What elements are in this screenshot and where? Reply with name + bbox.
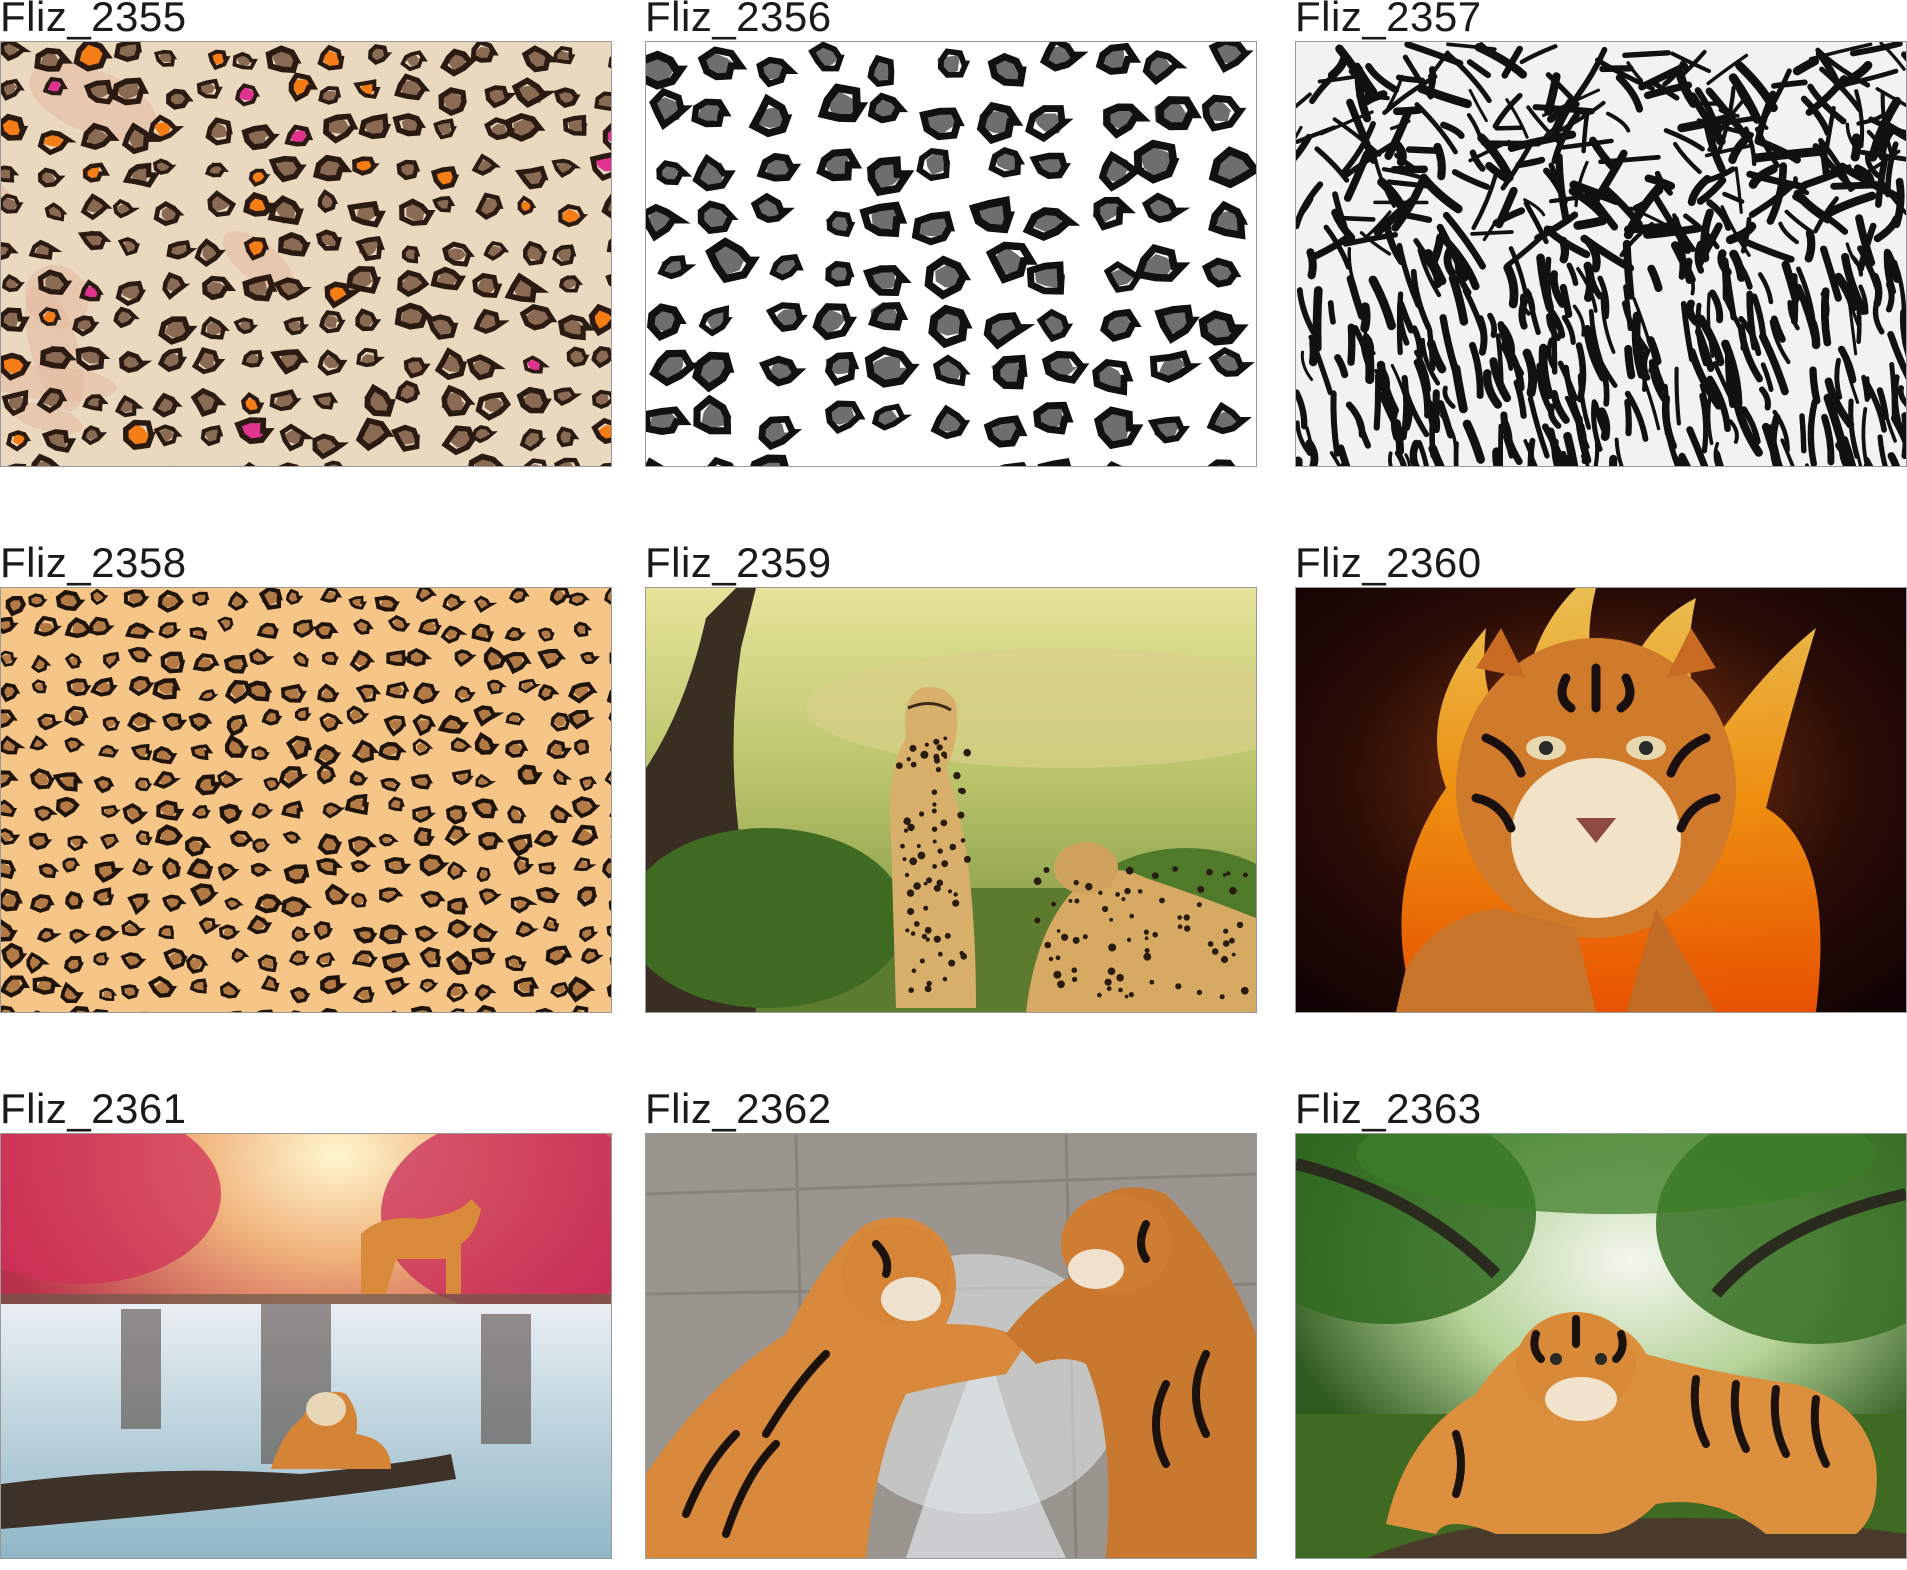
item-label: Fliz_2356 [645, 0, 832, 40]
item-label: Fliz_2362 [645, 1085, 832, 1132]
classic-leopard-print-image[interactable] [0, 587, 612, 1013]
item-label: Fliz_2357 [1295, 0, 1482, 40]
black-grey-leopard-print-image[interactable] [645, 41, 1257, 467]
item-label: Fliz_2360 [1295, 539, 1482, 586]
tiger-jungle-image[interactable] [1295, 1133, 1907, 1559]
item-label: Fliz_2358 [0, 539, 187, 586]
cheetahs-photo-image[interactable] [645, 587, 1257, 1013]
leopard-print-pink-orange-image[interactable] [0, 41, 612, 467]
item-label: Fliz_2355 [0, 0, 187, 40]
product-gallery: Fliz_2355 Fliz_2356 Fliz_2357 Fliz_2358 … [0, 0, 1907, 1570]
tiger-in-flames-image[interactable] [1295, 587, 1907, 1013]
tigers-waterfall-image[interactable] [0, 1133, 612, 1559]
tigers-fighting-water-image[interactable] [645, 1133, 1257, 1559]
item-label: Fliz_2363 [1295, 1085, 1482, 1132]
item-label: Fliz_2359 [645, 539, 832, 586]
black-white-fur-pattern-image[interactable] [1295, 41, 1907, 467]
item-label: Fliz_2361 [0, 1085, 187, 1132]
